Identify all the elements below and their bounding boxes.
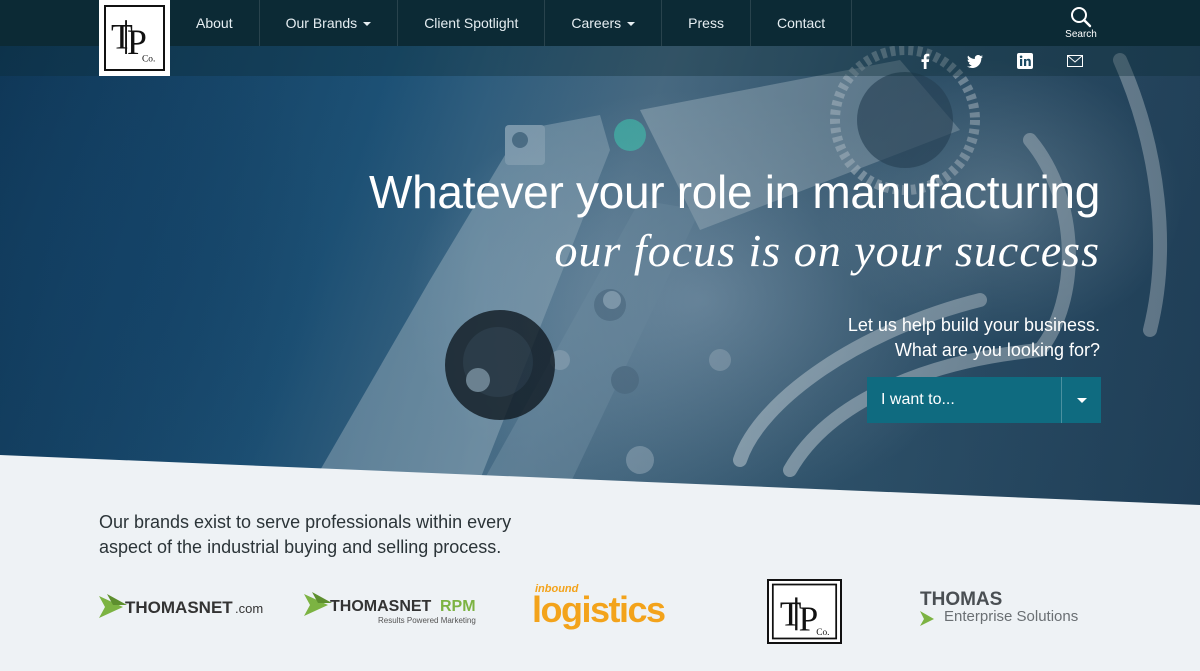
nav-press[interactable]: Press: [662, 0, 751, 46]
nav-client-spotlight[interactable]: Client Spotlight: [398, 0, 546, 46]
nav-careers-label: Careers: [571, 15, 622, 31]
email-icon[interactable]: [1065, 52, 1085, 70]
dropdown-toggle[interactable]: [1061, 377, 1101, 423]
chevron-down-icon: [363, 22, 372, 26]
brand-tipco[interactable]: T P Co.: [767, 579, 842, 644]
brand-thomasnet[interactable]: THOMASNET .com: [99, 592, 284, 622]
svg-text:.com: .com: [235, 601, 263, 616]
thomasnet-logo: THOMASNET .com: [99, 594, 263, 618]
nav-client-spotlight-label: Client Spotlight: [424, 15, 519, 31]
search-label: Search: [1065, 29, 1097, 40]
svg-text:Results Powered Marketing: Results Powered Marketing: [378, 616, 476, 625]
hero-headline-italic: our focus is on your success: [554, 225, 1100, 276]
brand-thomas-enterprise[interactable]: THOMAS Enterprise Solutions: [918, 588, 1108, 628]
tipco-brand-mark: T P Co.: [771, 583, 838, 640]
logo-frame: T P Co.: [104, 5, 165, 71]
linkedin-icon[interactable]: [1015, 52, 1035, 70]
hero-headline: Whatever your role in manufacturing: [369, 166, 1100, 218]
svg-text:RPM: RPM: [440, 598, 476, 615]
nav-contact-label: Contact: [776, 15, 826, 31]
svg-text:Co.: Co.: [816, 628, 829, 638]
dropdown-value: I want to...: [881, 391, 955, 408]
inbound-logistics-logo: inbound logistics: [532, 583, 667, 630]
brand-thomasnet-rpm[interactable]: THOMASNET RPM Results Powered Marketing: [304, 590, 489, 626]
nav-careers[interactable]: Careers: [545, 0, 663, 46]
tipco-logo-mark: T P Co.: [111, 16, 155, 64]
thomasnet-rpm-logo: THOMASNET RPM Results Powered Marketing: [304, 592, 476, 625]
svg-text:logistics: logistics: [532, 589, 665, 630]
facebook-icon[interactable]: [915, 52, 935, 70]
nav-press-label: Press: [688, 15, 724, 31]
caret-down-icon: [1077, 398, 1087, 403]
svg-text:Enterprise Solutions: Enterprise Solutions: [944, 608, 1078, 625]
svg-text:THOMAS: THOMAS: [920, 589, 1002, 610]
search-button[interactable]: Search: [1060, 6, 1102, 40]
main-nav: About Our Brands Client Spotlight Career…: [170, 0, 853, 46]
i-want-to-dropdown[interactable]: I want to...: [867, 377, 1101, 423]
brand-inbound-logistics[interactable]: inbound logistics: [532, 578, 667, 630]
thomas-enterprise-logo: THOMAS Enterprise Solutions: [920, 589, 1078, 626]
nav-contact[interactable]: Contact: [751, 0, 853, 46]
nav-our-brands[interactable]: Our Brands: [260, 0, 399, 46]
nav-about[interactable]: About: [170, 0, 260, 46]
search-icon: [1071, 7, 1092, 28]
hero-question: What are you looking for?: [894, 340, 1100, 360]
hero-subtext: Let us help build your business.: [847, 315, 1100, 335]
svg-text:THOMASNET: THOMASNET: [125, 598, 233, 617]
site-logo[interactable]: T P Co.: [99, 0, 170, 76]
nav-our-brands-label: Our Brands: [285, 15, 358, 31]
twitter-icon[interactable]: [965, 52, 985, 70]
svg-text:Co.: Co.: [142, 54, 155, 64]
svg-text:THOMASNET: THOMASNET: [330, 598, 432, 615]
brands-tagline: Our brands exist to serve professionals …: [99, 512, 512, 557]
nav-about-label: About: [196, 15, 233, 31]
chevron-down-icon: [627, 22, 636, 26]
